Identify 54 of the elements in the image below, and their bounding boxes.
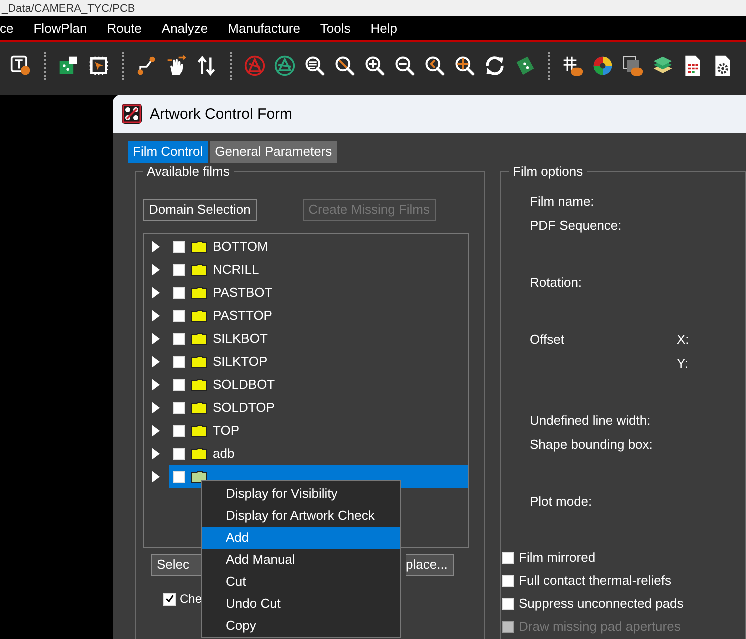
field-label: Offset: [530, 332, 564, 347]
film-name: SILKTOP: [213, 354, 268, 369]
menu-item[interactable]: Undo Cut: [202, 593, 400, 615]
tree-row[interactable]: BOTTOM: [169, 235, 468, 258]
tree-row[interactable]: SOLDTOP: [169, 396, 468, 419]
checkbox-label: Draw missing pad apertures: [519, 619, 681, 634]
menu-item[interactable]: FlowPlan: [34, 18, 88, 38]
film-name: SOLDBOT: [213, 377, 276, 392]
tree-row[interactable]: adb: [169, 442, 468, 465]
field-label: Undefined line width:: [530, 413, 651, 428]
film-name: SOLDTOP: [213, 400, 275, 415]
tree-row[interactable]: SOLDBOT: [169, 373, 468, 396]
menu-item[interactable]: Copy: [202, 615, 400, 637]
film-name: PASTBOT: [213, 285, 273, 300]
replace-button[interactable]: place...: [406, 554, 454, 576]
film-name: PASTTOP: [213, 308, 272, 323]
group-label: Film options: [512, 164, 584, 179]
group-label: Available films: [146, 164, 231, 179]
window-title: _Data/CAMERA_TYC/PCB: [0, 2, 136, 16]
film-name: SILKBOT: [213, 331, 268, 346]
checkbox-label: Che: [180, 592, 202, 606]
tree-row[interactable]: PASTTOP: [169, 304, 468, 327]
field-label: X:: [677, 332, 690, 347]
checkbox-label: Suppress unconnected pads: [519, 596, 684, 611]
dialog-title: Artwork Control Form: [150, 106, 293, 122]
field-label: Film name:: [530, 194, 594, 209]
field-label: Y:: [677, 356, 689, 370]
menu-item[interactable]: Route: [107, 18, 142, 38]
field-label: PDF Sequence:: [530, 218, 622, 232]
menu-item[interactable]: Display for Artwork Check: [202, 505, 400, 527]
tree-row[interactable]: PASTBOT: [169, 281, 468, 304]
menu-item[interactable]: Analyze: [162, 18, 208, 38]
field-label: Shape bounding box:: [530, 436, 653, 452]
menu-item[interactable]: Add: [202, 527, 400, 549]
checkbox-label: Full contact thermal-reliefs: [519, 573, 672, 588]
tree-row[interactable]: SILKBOT: [169, 327, 468, 350]
tab[interactable]: Film Control: [128, 141, 208, 163]
field-label: Rotation:: [530, 275, 582, 290]
tree-row[interactable]: NCRILL: [169, 258, 468, 281]
tab[interactable]: General Parameters: [210, 141, 338, 163]
film-name: TOP: [213, 423, 240, 438]
checkbox-label: Film mirrored: [519, 550, 596, 565]
menu-item[interactable]: Tools: [320, 18, 351, 38]
menu-item[interactable]: Display for Visibility: [202, 483, 400, 505]
field-label: Plot mode:: [530, 494, 592, 509]
film-name: BOTTOM: [213, 239, 268, 254]
menu-item[interactable]: Help: [370, 18, 398, 38]
tree-row[interactable]: SILKTOP: [169, 350, 468, 373]
film-name: NCRILL: [213, 262, 260, 277]
menu-item[interactable]: ce: [0, 18, 14, 38]
action-button[interactable]: Domain Selection: [143, 199, 257, 221]
menu-item[interactable]: Manufacture: [228, 18, 300, 38]
tree-row[interactable]: TOP: [169, 419, 468, 442]
film-name: adb: [213, 446, 235, 461]
